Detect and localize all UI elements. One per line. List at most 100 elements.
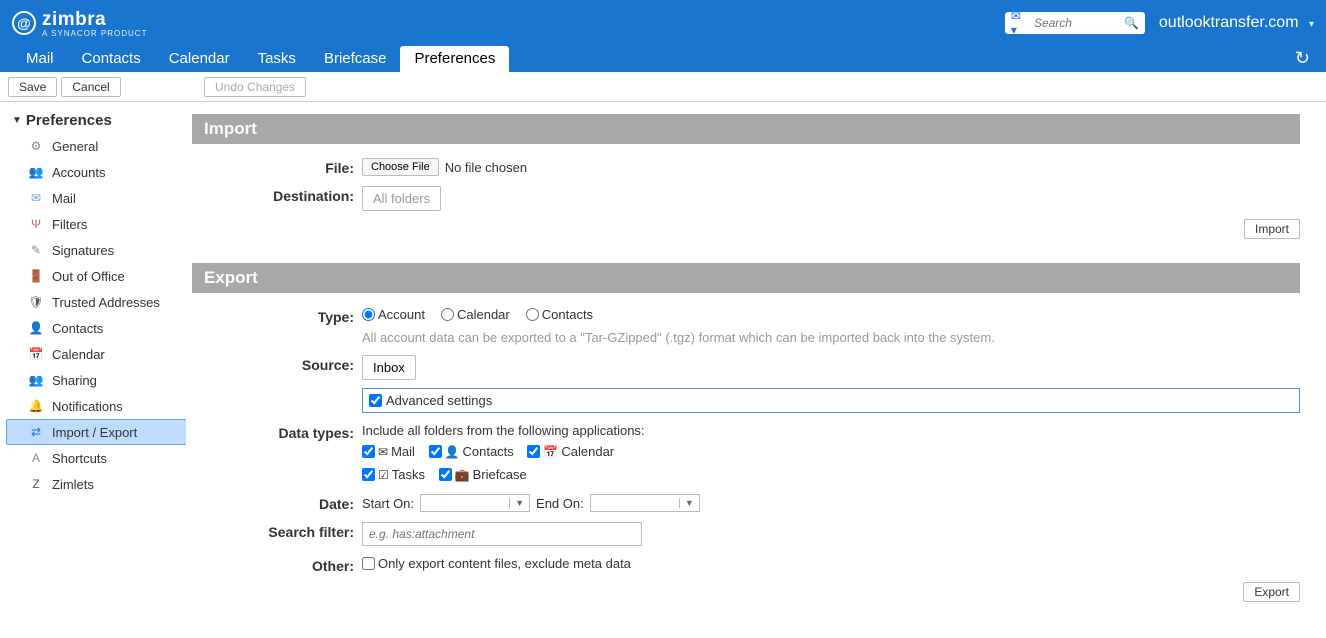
main-content: Import File: Choose File No file chosen … bbox=[186, 102, 1326, 638]
date-start-input[interactable]: ▼ bbox=[420, 494, 530, 512]
sidebar-item-contacts[interactable]: 👤Contacts bbox=[6, 315, 186, 341]
file-label: File: bbox=[192, 156, 362, 176]
sidebar-item-zimlets[interactable]: ZZimlets bbox=[6, 471, 186, 497]
tab-tasks[interactable]: Tasks bbox=[244, 46, 310, 72]
sidebar-item-label: Trusted Addresses bbox=[52, 295, 160, 310]
sidebar-title-label: Preferences bbox=[26, 112, 112, 129]
chk-label: Calendar bbox=[561, 444, 614, 459]
search-filter-label: Search filter: bbox=[192, 520, 362, 540]
contact-icon: 👤 bbox=[445, 445, 460, 459]
refresh-icon[interactable]: ↻ bbox=[1295, 48, 1310, 69]
search-filter-input[interactable] bbox=[362, 522, 642, 546]
sidebar-item-accounts[interactable]: 👥 Accounts bbox=[6, 159, 186, 185]
tab-contacts[interactable]: Contacts bbox=[68, 46, 155, 72]
date-end-input[interactable]: ▼ bbox=[590, 494, 700, 512]
import-section: Import File: Choose File No file chosen … bbox=[192, 114, 1300, 239]
sidebar-item-calendar[interactable]: 📅 Calendar bbox=[6, 341, 186, 367]
tab-calendar[interactable]: Calendar bbox=[155, 46, 244, 72]
people-icon: 👥 bbox=[28, 164, 44, 180]
chk-label: Tasks bbox=[392, 467, 425, 482]
mail-scope-icon[interactable]: ✉ ▾ bbox=[1011, 9, 1030, 37]
sidebar-title[interactable]: ▼ Preferences bbox=[6, 108, 186, 133]
keyboard-icon: A bbox=[28, 450, 44, 466]
import-export-icon: ⇄ bbox=[28, 424, 44, 440]
sidebar-item-label: Accounts bbox=[52, 165, 105, 180]
collapse-icon: ▼ bbox=[12, 115, 22, 126]
radio-label: Contacts bbox=[542, 307, 593, 322]
account-menu[interactable]: outlooktransfer.com ▾ bbox=[1159, 14, 1314, 32]
destination-picker[interactable]: All folders bbox=[362, 186, 441, 211]
datatypes-label: Data types: bbox=[192, 421, 362, 441]
type-account-radio[interactable]: Account bbox=[362, 307, 425, 322]
sidebar-item-filters[interactable]: Ψ Filters bbox=[6, 211, 186, 237]
sidebar-item-label: Sharing bbox=[52, 373, 97, 388]
account-name: outlooktransfer.com bbox=[1159, 14, 1299, 31]
chk-label: Only export content files, exclude meta … bbox=[378, 556, 631, 571]
sidebar-item-notifications[interactable]: 🔔Notifications bbox=[6, 393, 186, 419]
chk-contacts[interactable]: 👤Contacts bbox=[429, 444, 514, 459]
pencil-icon: ✎ bbox=[28, 242, 44, 258]
cancel-button[interactable]: Cancel bbox=[61, 77, 120, 97]
chk-calendar[interactable]: 📅Calendar bbox=[527, 444, 614, 459]
chk-label: Mail bbox=[391, 444, 415, 459]
chk-label: Briefcase bbox=[473, 467, 527, 482]
logo[interactable]: @ zimbra A SYNACOR PRODUCT bbox=[12, 9, 147, 38]
chk-briefcase[interactable]: 💼Briefcase bbox=[439, 467, 527, 482]
export-button[interactable]: Export bbox=[1243, 582, 1300, 602]
other-label: Other: bbox=[192, 554, 362, 574]
sidebar-item-label: Mail bbox=[52, 191, 76, 206]
sidebar-item-mail[interactable]: ✉ Mail bbox=[6, 185, 186, 211]
choose-file-button[interactable]: Choose File bbox=[362, 158, 439, 176]
source-label: Source: bbox=[192, 353, 362, 373]
tab-mail[interactable]: Mail bbox=[12, 46, 68, 72]
toolbar: Save Cancel Undo Changes bbox=[0, 72, 1326, 102]
search-box[interactable]: ✉ ▾ 🔍 bbox=[1005, 12, 1145, 34]
sidebar-item-sharing[interactable]: 👥 Sharing bbox=[6, 367, 186, 393]
sidebar-item-label: Zimlets bbox=[52, 477, 94, 492]
sidebar-item-trusted[interactable]: 🛡 Trusted Addresses bbox=[6, 289, 186, 315]
import-button[interactable]: Import bbox=[1244, 219, 1300, 239]
search-icon[interactable]: 🔍 bbox=[1124, 16, 1139, 30]
door-icon: 🚪 bbox=[28, 268, 44, 284]
sidebar-item-label: Calendar bbox=[52, 347, 105, 362]
chevron-down-icon: ▾ bbox=[1309, 19, 1314, 30]
sidebar-item-label: General bbox=[52, 139, 98, 154]
save-button[interactable]: Save bbox=[8, 77, 57, 97]
calendar-icon: 📅 bbox=[28, 346, 44, 362]
contact-icon: 👤 bbox=[28, 320, 44, 336]
share-icon: 👥 bbox=[28, 372, 44, 388]
sidebar-item-ooo[interactable]: 🚪 Out of Office bbox=[6, 263, 186, 289]
briefcase-icon: 💼 bbox=[455, 468, 470, 482]
tab-preferences[interactable]: Preferences bbox=[400, 46, 509, 72]
date-label: Date: bbox=[192, 492, 362, 512]
search-input[interactable] bbox=[1034, 16, 1124, 30]
filter-icon: Ψ bbox=[28, 216, 44, 232]
mail-icon: ✉ bbox=[28, 190, 44, 206]
sidebar-item-general[interactable]: ⚙General bbox=[6, 133, 186, 159]
advanced-settings-box[interactable]: Advanced settings bbox=[362, 388, 1300, 413]
source-picker[interactable]: Inbox bbox=[362, 355, 416, 380]
undo-button[interactable]: Undo Changes bbox=[204, 77, 306, 97]
advanced-checkbox[interactable] bbox=[369, 394, 382, 407]
date-end-label: End On: bbox=[536, 496, 584, 511]
sidebar-item-import-export[interactable]: ⇄Import / Export bbox=[6, 419, 186, 445]
shield-icon: 🛡 bbox=[28, 294, 44, 310]
sidebar-item-signatures[interactable]: ✎ Signatures bbox=[6, 237, 186, 263]
chk-mail[interactable]: ✉Mail bbox=[362, 444, 415, 459]
type-calendar-radio[interactable]: Calendar bbox=[441, 307, 510, 322]
section-title-export: Export bbox=[192, 263, 1300, 293]
chk-tasks[interactable]: ☑Tasks bbox=[362, 467, 425, 482]
sidebar-item-label: Filters bbox=[52, 217, 87, 232]
tab-briefcase[interactable]: Briefcase bbox=[310, 46, 401, 72]
type-contacts-radio[interactable]: Contacts bbox=[526, 307, 593, 322]
sidebar-item-shortcuts[interactable]: AShortcuts bbox=[6, 445, 186, 471]
sidebar: ▼ Preferences ⚙General 👥 Accounts ✉ Mail Ψ… bbox=[0, 102, 186, 638]
other-checkbox[interactable]: Only export content files, exclude meta … bbox=[362, 556, 631, 571]
datatypes-intro: Include all folders from the following a… bbox=[362, 423, 645, 438]
tasks-icon: ☑ bbox=[378, 468, 389, 482]
bell-icon: 🔔 bbox=[28, 398, 44, 414]
date-start-label: Start On: bbox=[362, 496, 414, 511]
sidebar-item-label: Out of Office bbox=[52, 269, 125, 284]
sidebar-item-label: Signatures bbox=[52, 243, 114, 258]
export-section: Export Type: Account Calendar Contacts A… bbox=[192, 263, 1300, 602]
